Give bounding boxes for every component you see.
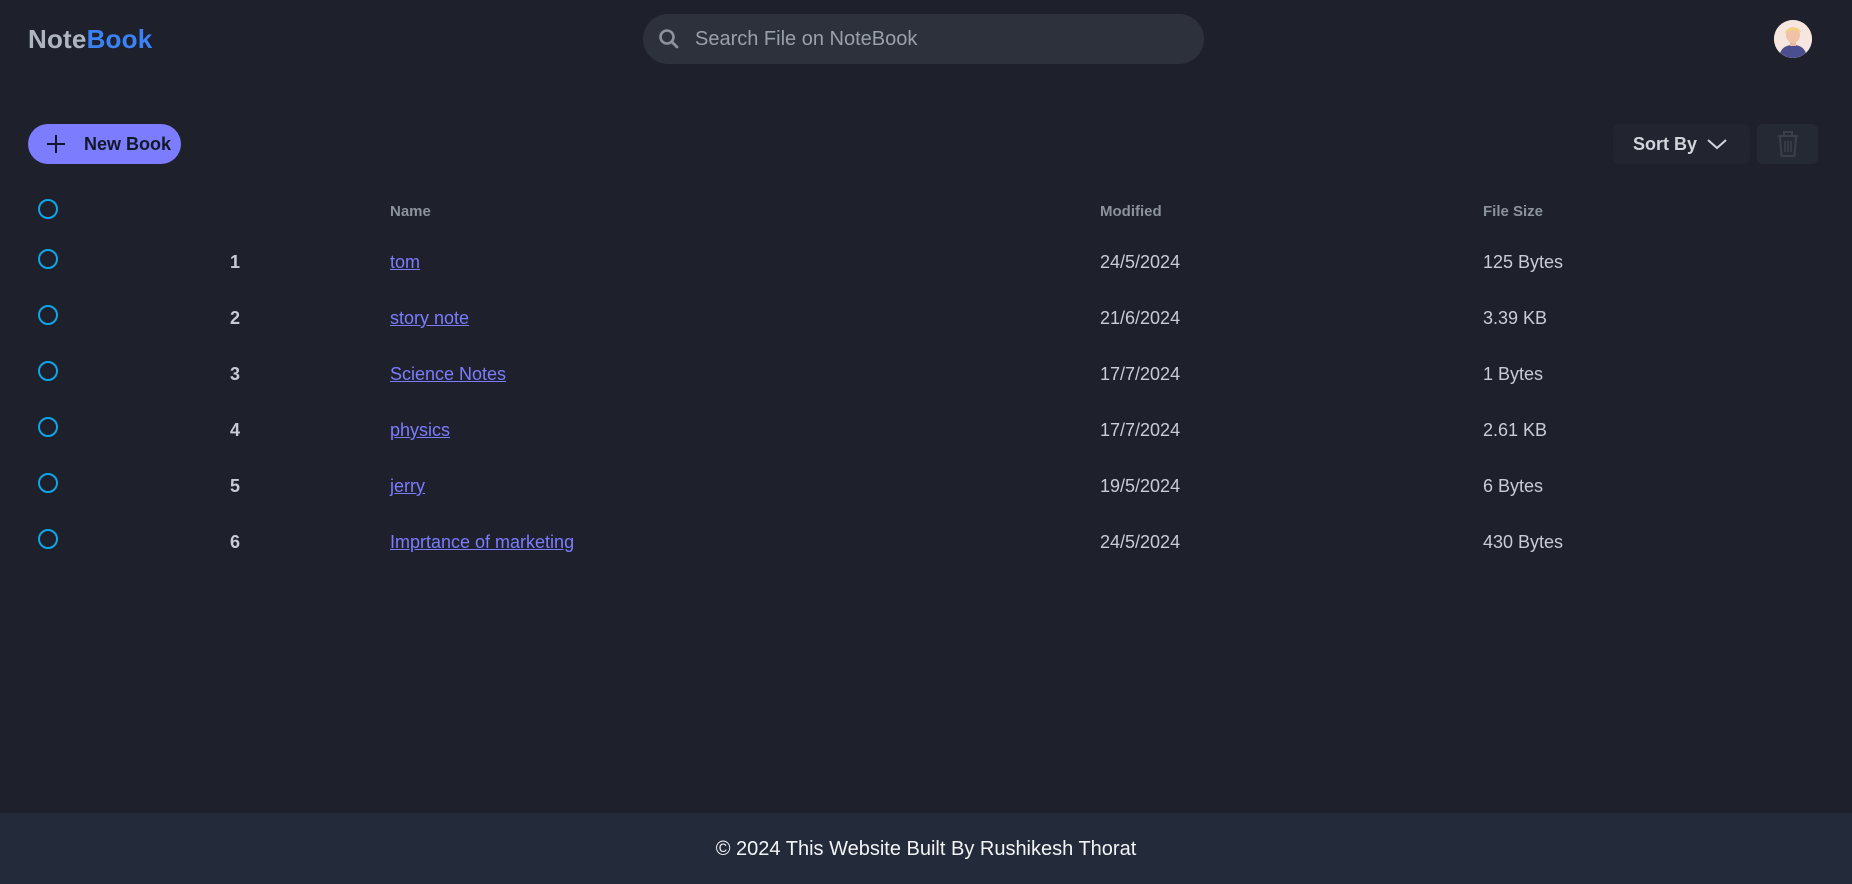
search-icon	[657, 27, 681, 51]
modified-date: 24/5/2024	[1100, 532, 1181, 552]
table-row[interactable]: 3 Science Notes 17/7/2024 1 Bytes	[0, 348, 1852, 404]
modified-date: 17/7/2024	[1100, 364, 1181, 384]
column-header-file-size[interactable]: File Size	[1483, 203, 1543, 220]
row-select-radio[interactable]	[38, 361, 58, 381]
select-all-radio[interactable]	[38, 199, 58, 219]
top-bar: NoteBook	[0, 0, 1852, 80]
delete-button[interactable]	[1757, 124, 1818, 164]
row-number: 2	[230, 308, 241, 328]
file-name-cell: Imprtance of marketing	[390, 532, 574, 553]
file-name-link[interactable]: jerry	[390, 476, 425, 496]
file-size: 1 Bytes	[1483, 364, 1544, 384]
logo[interactable]: NoteBook	[28, 24, 152, 55]
table-row[interactable]: 1 tom 24/5/2024 125 Bytes	[0, 236, 1852, 292]
search-input[interactable]	[693, 14, 1183, 64]
file-size: 3.39 KB	[1483, 308, 1548, 328]
file-size: 2.61 KB	[1483, 420, 1548, 440]
table-row[interactable]: 5 jerry 19/5/2024 6 Bytes	[0, 460, 1852, 516]
row-number: 5	[230, 476, 241, 496]
footer-text: © 2024 This Website Built By Rushikesh T…	[715, 838, 1137, 860]
new-book-button[interactable]: New Book	[28, 124, 181, 164]
plus-icon	[46, 134, 66, 154]
file-name-link[interactable]: Imprtance of marketing	[390, 532, 574, 552]
table-row[interactable]: 4 physics 17/7/2024 2.61 KB	[0, 404, 1852, 460]
footer: © 2024 This Website Built By Rushikesh T…	[0, 813, 1852, 884]
row-number: 1	[230, 252, 241, 272]
row-select-radio[interactable]	[38, 305, 58, 325]
row-number: 6	[230, 532, 241, 552]
modified-date: 19/5/2024	[1100, 476, 1181, 496]
file-name-cell: Science Notes	[390, 364, 506, 385]
sort-by-dropdown[interactable]: Sort By	[1613, 124, 1750, 164]
row-number: 3	[230, 364, 241, 384]
table-row[interactable]: 2 story note 21/6/2024 3.39 KB	[0, 292, 1852, 348]
search-bar[interactable]	[643, 14, 1204, 64]
logo-part-book: Book	[86, 24, 153, 54]
row-select-radio[interactable]	[38, 473, 58, 493]
trash-icon	[1778, 131, 1798, 157]
modified-date: 17/7/2024	[1100, 420, 1181, 440]
modified-date: 21/6/2024	[1100, 308, 1181, 328]
logo-part-note: Note	[28, 24, 87, 54]
row-select-radio[interactable]	[38, 249, 58, 269]
avatar[interactable]	[1774, 20, 1812, 58]
file-name-link[interactable]: story note	[390, 308, 469, 328]
chevron-down-icon	[1705, 134, 1729, 154]
file-name-link[interactable]: Science Notes	[390, 364, 506, 384]
sort-by-label: Sort By	[1633, 134, 1698, 154]
file-name-link[interactable]: tom	[390, 252, 420, 272]
column-header-name[interactable]: Name	[390, 203, 431, 220]
column-header-modified[interactable]: Modified	[1100, 203, 1162, 220]
table-row[interactable]: 6 Imprtance of marketing 24/5/2024 430 B…	[0, 516, 1852, 572]
row-select-radio[interactable]	[38, 529, 58, 549]
row-select-radio[interactable]	[38, 417, 58, 437]
modified-date: 24/5/2024	[1100, 252, 1181, 272]
file-name-cell: physics	[390, 420, 450, 441]
file-name-cell: jerry	[390, 476, 425, 497]
file-size: 430 Bytes	[1483, 532, 1564, 552]
new-book-label: New Book	[84, 134, 172, 154]
file-name-cell: tom	[390, 252, 420, 273]
table-header-row: Name Modified File Size	[0, 186, 1852, 236]
file-size: 6 Bytes	[1483, 476, 1544, 496]
file-name-link[interactable]: physics	[390, 420, 450, 440]
files-table: Name Modified File Size 1 tom 24/5/2024 …	[0, 186, 1852, 572]
row-number: 4	[230, 420, 241, 440]
file-name-cell: story note	[390, 308, 469, 329]
file-size: 125 Bytes	[1483, 252, 1564, 272]
